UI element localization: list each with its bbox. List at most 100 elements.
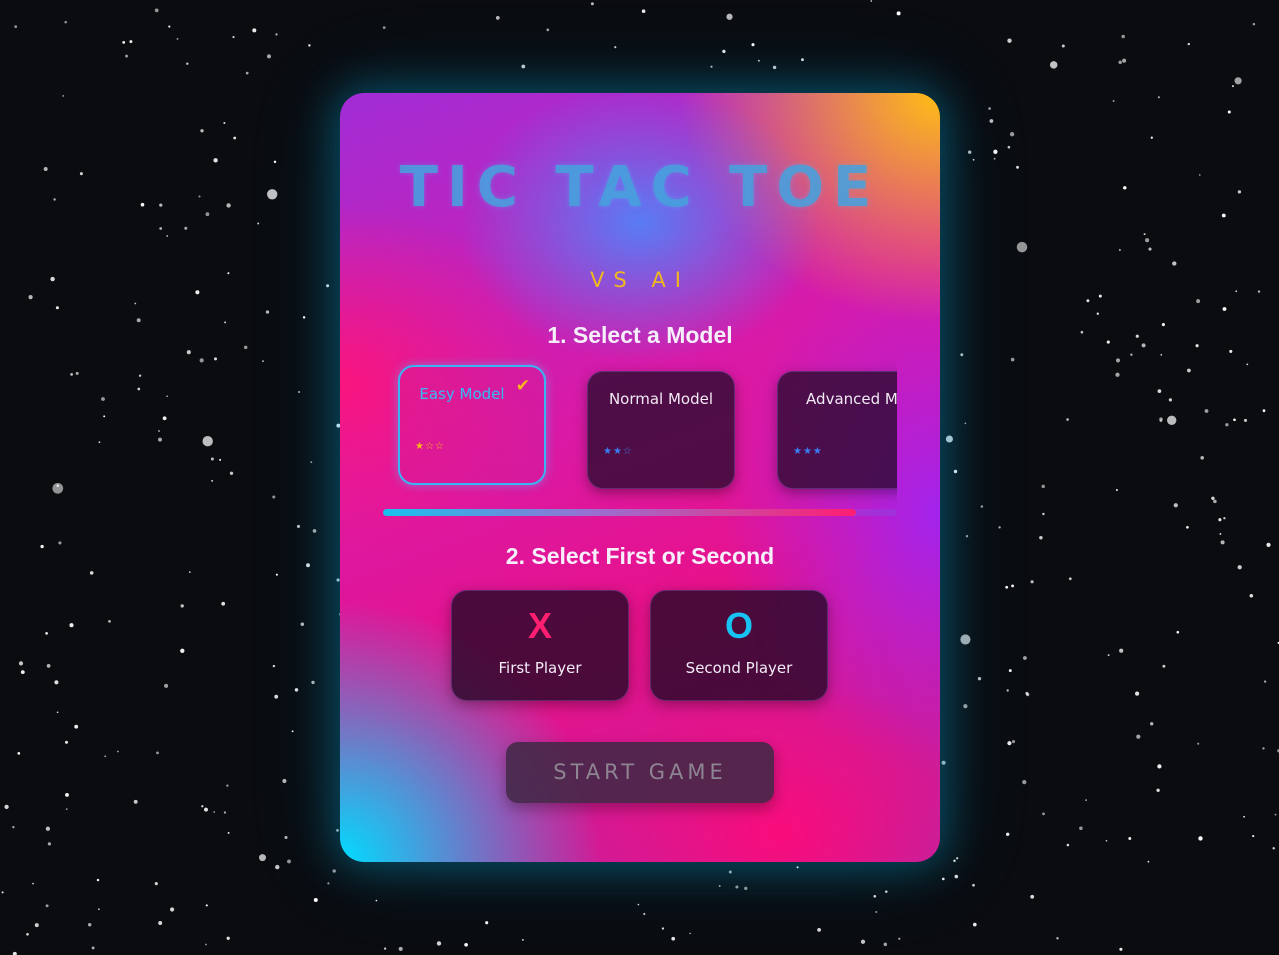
star-dot xyxy=(12,826,15,829)
star-dot xyxy=(1172,261,1177,266)
star-dot xyxy=(186,350,191,355)
star-dot xyxy=(1211,496,1215,500)
star-dot xyxy=(1119,947,1123,951)
star-dot xyxy=(157,429,161,433)
star-dot xyxy=(1025,691,1029,695)
game-subtitle: VS AI xyxy=(590,268,690,292)
star-dot xyxy=(1160,353,1163,356)
star-dot xyxy=(20,670,25,675)
star-dot xyxy=(1107,654,1110,657)
star-dot xyxy=(184,226,188,230)
first-player-label: First Player xyxy=(498,659,582,677)
star-dot xyxy=(1157,96,1160,99)
scrollbar-thumb[interactable] xyxy=(383,509,856,516)
star-dot xyxy=(1262,747,1265,750)
star-dot xyxy=(104,755,107,758)
star-dot xyxy=(1204,409,1209,413)
star-dot xyxy=(1233,418,1236,422)
star-dot xyxy=(45,632,48,635)
star-dot xyxy=(726,13,733,20)
star-dot xyxy=(1227,110,1231,114)
star-dot xyxy=(96,878,100,882)
star-dot xyxy=(87,923,92,927)
second-player-button[interactable]: O Second Player xyxy=(650,590,828,701)
star-dot xyxy=(1118,60,1122,65)
star-dot xyxy=(265,310,270,314)
star-dot xyxy=(233,136,237,140)
model-carousel[interactable]: Easy Model ✔ ★☆☆ Normal Model ★★☆ Advanc… xyxy=(383,355,897,515)
star-dot xyxy=(1237,190,1242,194)
star-dot xyxy=(275,33,278,36)
star-dot xyxy=(896,11,901,16)
first-player-button[interactable]: X First Player xyxy=(451,590,629,701)
check-icon: ✔ xyxy=(515,376,530,396)
star-dot xyxy=(284,836,288,839)
star-dot xyxy=(757,59,760,62)
star-dot xyxy=(1246,363,1249,366)
star-dot xyxy=(313,898,318,902)
star-dot xyxy=(327,882,330,885)
star-dot xyxy=(164,683,169,688)
star-dot xyxy=(205,212,210,217)
star-dot xyxy=(993,149,998,154)
star-dot xyxy=(14,25,18,28)
model-option-easy[interactable]: Easy Model ✔ ★☆☆ xyxy=(398,365,546,485)
start-game-button[interactable]: START GAME xyxy=(506,742,774,803)
star-dot xyxy=(1143,233,1146,236)
star-dot xyxy=(168,25,171,28)
star-dot xyxy=(1042,812,1045,816)
star-dot xyxy=(245,71,249,75)
star-dot xyxy=(154,8,159,13)
star-dot xyxy=(718,884,721,888)
star-dot xyxy=(64,20,67,24)
star-dot xyxy=(965,535,969,538)
star-dot xyxy=(170,907,175,912)
star-dot xyxy=(213,357,218,361)
star-dot xyxy=(954,874,959,879)
star-dot xyxy=(751,43,755,47)
star-dot xyxy=(158,921,163,925)
star-dot xyxy=(298,390,301,394)
star-dot xyxy=(801,58,804,62)
star-dot xyxy=(384,947,387,950)
star-dot xyxy=(1198,174,1201,176)
star-dot xyxy=(98,441,101,444)
star-dot xyxy=(137,387,141,391)
star-dot xyxy=(1252,22,1256,26)
star-dot xyxy=(1150,136,1153,139)
star-dot xyxy=(1049,61,1058,69)
star-dot xyxy=(91,946,95,950)
star-dot xyxy=(1252,835,1255,838)
star-dot xyxy=(101,397,105,401)
star-dot xyxy=(154,882,158,886)
model-carousel-scrollbar[interactable] xyxy=(383,509,897,516)
star-dot xyxy=(180,604,184,608)
star-dot xyxy=(103,415,106,418)
star-dot xyxy=(1056,937,1059,940)
star-dot xyxy=(89,571,94,575)
star-dot xyxy=(643,912,646,916)
star-dot xyxy=(989,119,994,123)
star-dot xyxy=(45,904,49,908)
star-dot xyxy=(162,416,167,421)
star-dot xyxy=(213,811,216,813)
star-dot xyxy=(485,921,489,925)
star-dot xyxy=(1220,540,1225,545)
star-dot xyxy=(312,529,317,533)
star-dot xyxy=(294,688,299,692)
star-dot xyxy=(210,457,214,461)
model-option-advanced[interactable]: Advanced Model ★★★ xyxy=(777,371,897,489)
star-icon-rating: ★★★ xyxy=(793,446,823,457)
star-dot xyxy=(189,571,191,573)
star-dot xyxy=(1022,779,1027,785)
star-dot xyxy=(744,886,748,891)
star-dot xyxy=(1243,815,1245,818)
star-dot xyxy=(398,946,403,951)
star-dot xyxy=(79,172,83,176)
star-dot xyxy=(1128,837,1132,840)
star-dot xyxy=(201,805,204,808)
model-option-normal[interactable]: Normal Model ★★☆ xyxy=(587,371,735,489)
star-dot xyxy=(69,623,74,628)
star-dot xyxy=(972,883,975,887)
star-dot xyxy=(1086,299,1090,303)
